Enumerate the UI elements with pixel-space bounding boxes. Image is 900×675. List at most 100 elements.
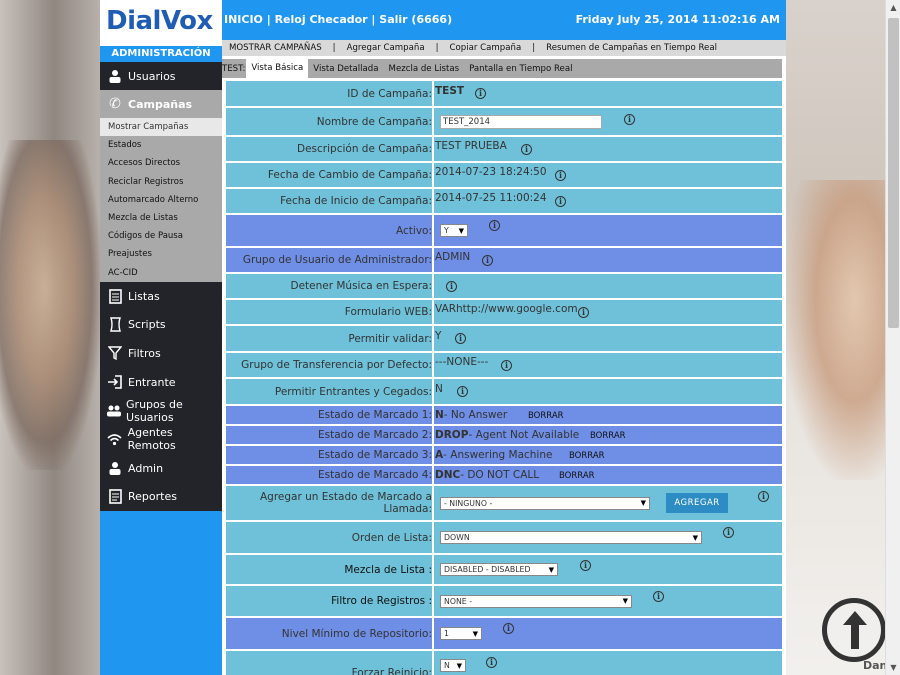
submenu-reciclar-registros[interactable]: Reciclar Registros xyxy=(100,172,222,191)
info-icon[interactable]: i xyxy=(501,359,512,371)
field-label: Grupo de Usuario de Administrador: xyxy=(226,248,434,272)
field-label: ID de Campaña: xyxy=(226,81,434,106)
sidebar-item-listas[interactable]: Listas xyxy=(100,281,222,311)
top-nav-links[interactable]: INICIO | Reloj Checador | Salir (6666) xyxy=(224,13,452,26)
date-time: Friday July 25, 2014 11:02:16 AM xyxy=(575,13,780,26)
scrollbar-thumb[interactable] xyxy=(888,18,899,328)
tab-mezcla-de-listas[interactable]: Mezcla de Listas xyxy=(384,64,465,74)
scroll-to-top-button[interactable] xyxy=(822,598,886,662)
force-reset-select[interactable]: N ▼ xyxy=(440,659,466,672)
main-panel: INICIO | Reloj Checador | Salir (6666) F… xyxy=(222,0,786,675)
sidebar-item-usuarios[interactable]: Usuarios xyxy=(100,62,222,90)
agregar-button[interactable]: AGREGAR xyxy=(666,493,728,513)
borrar-link[interactable]: BORRAR xyxy=(528,411,564,421)
menu-copiar-campana[interactable]: Copiar Campaña xyxy=(443,43,529,53)
tab-vista-detallada[interactable]: Vista Detallada xyxy=(308,64,383,74)
campaign-name-input[interactable] xyxy=(440,114,602,129)
submenu-ac-cid[interactable]: AC-CID xyxy=(100,263,222,282)
menu-mostrar-campanas[interactable]: MOSTRAR CAMPAÑAS xyxy=(222,43,329,53)
info-icon[interactable]: i xyxy=(580,560,591,571)
info-icon[interactable]: i xyxy=(475,88,486,99)
field-label: Fecha de Inicio de Campaña: xyxy=(226,189,434,213)
sidebar-item-campanas[interactable]: ✆ Campañas xyxy=(100,90,222,118)
sidebar-item-admin[interactable]: Admin xyxy=(100,453,222,483)
field-label: Filtro de Registros : xyxy=(226,586,434,616)
logo-text: DialVox xyxy=(106,6,213,36)
arrow-up-icon xyxy=(843,611,867,649)
info-icon[interactable]: i xyxy=(446,280,457,292)
sidebar-item-label: Filtros xyxy=(128,346,161,360)
field-label: Nivel Mínimo de Repositorio: xyxy=(226,618,434,649)
field-label: Orden de Lista: xyxy=(226,522,434,553)
borrar-link[interactable]: BORRAR xyxy=(569,451,605,461)
list-mix-select[interactable]: DISABLED - DISABLED ▼ xyxy=(440,563,558,576)
info-icon[interactable]: i xyxy=(486,657,497,668)
tab-vista-basica[interactable]: Vista Básica xyxy=(246,59,309,78)
info-icon[interactable]: i xyxy=(723,527,734,538)
sidebar-item-grupos-de-usuarios[interactable]: Grupos de Usuarios xyxy=(100,396,222,426)
sidebar-item-label: Agentes Remotos xyxy=(127,426,176,453)
info-icon[interactable]: i xyxy=(653,591,664,602)
field-label: Nombre de Campaña: xyxy=(226,108,434,135)
sidebar-item-label: Campañas xyxy=(128,97,193,111)
menu-agregar-campana[interactable]: Agregar Campaña xyxy=(340,43,432,53)
sidebar: DialVox ADMINISTRACIÓN Usuarios ✆ Campañ… xyxy=(100,0,222,675)
info-icon[interactable]: i xyxy=(555,195,566,207)
dial-status-select[interactable]: - NINGUNO - ▼ xyxy=(440,496,650,510)
submenu-codigos-de-pausa[interactable]: Códigos de Pausa xyxy=(100,227,222,246)
tabs-prefix: TEST: xyxy=(222,63,246,74)
row-orden-lista: Orden de Lista: DOWN ▼ i xyxy=(226,522,782,555)
phone-icon: ✆ xyxy=(109,96,121,112)
submenu-estados[interactable]: Estados xyxy=(100,136,222,155)
validar-value: Y xyxy=(435,329,442,342)
activo-select[interactable]: Y ▼ xyxy=(440,224,468,237)
sidebar-item-agentes-remotos[interactable]: Agentes Remotos xyxy=(100,425,222,454)
scroll-up-icon[interactable]: ▲ xyxy=(886,0,900,15)
campaign-form: ID de Campaña: TEST i Nombre de Campaña:… xyxy=(226,81,782,675)
sidebar-item-reportes[interactable]: Reportes xyxy=(100,482,222,512)
submenu-accesos-directos[interactable]: Accesos Directos xyxy=(100,154,222,173)
users-icon xyxy=(106,402,122,420)
submenu-preajustes[interactable]: Preajustes xyxy=(100,245,222,264)
scrollbar[interactable]: ▲ ▼ xyxy=(885,0,900,675)
field-label: Fecha de Cambio de Campaña: xyxy=(226,163,434,187)
hopper-level-select[interactable]: 1 ▼ xyxy=(440,627,482,640)
menu-resumen-tiempo-real[interactable]: Resumen de Campañas en Tiempo Real xyxy=(539,43,724,53)
start-date-value: 2014-07-25 11:00:24 xyxy=(435,192,547,204)
menu-separator: | xyxy=(332,43,336,53)
dropdown-arrow-icon: ▼ xyxy=(548,565,554,574)
sidebar-item-filtros[interactable]: Filtros xyxy=(100,339,222,368)
sidebar-item-scripts[interactable]: Scripts xyxy=(100,310,222,340)
info-icon[interactable]: i xyxy=(758,491,769,502)
info-icon[interactable]: i xyxy=(555,169,566,181)
info-icon[interactable]: i xyxy=(578,306,589,318)
borrar-link[interactable]: BORRAR xyxy=(590,431,626,441)
info-icon[interactable]: i xyxy=(521,143,532,155)
dropdown-arrow-icon: ▼ xyxy=(456,661,462,670)
info-icon[interactable]: i xyxy=(489,220,500,231)
row-formulario-web: Formulario WEB: VARhttp://www.google.com… xyxy=(226,300,782,326)
info-icon[interactable]: i xyxy=(482,254,493,266)
submenu-automarcado-alterno[interactable]: Automarcado Alterno xyxy=(100,190,222,209)
tab-pantalla-tiempo-real[interactable]: Pantalla en Tiempo Real xyxy=(464,64,577,74)
info-icon[interactable]: i xyxy=(503,623,514,634)
field-label: Estado de Marcado 2: xyxy=(226,426,434,444)
submenu-mostrar-campanas[interactable]: Mostrar Campañas xyxy=(100,118,222,137)
admin-group-value: ADMIN xyxy=(435,251,471,263)
scroll-down-icon[interactable]: ▼ xyxy=(886,660,900,675)
lead-filter-select[interactable]: NONE - ▼ xyxy=(440,594,632,608)
dropdown-arrow-icon: ▼ xyxy=(692,533,698,542)
web-form-value: VARhttp://www.google.com xyxy=(435,303,578,315)
info-icon[interactable]: i xyxy=(624,114,635,125)
sign-in-icon xyxy=(106,373,124,391)
submenu-mezcla-de-listas[interactable]: Mezcla de Listas xyxy=(100,208,222,228)
menu-separator: | xyxy=(435,43,439,53)
borrar-link[interactable]: BORRAR xyxy=(559,471,595,481)
field-label: Descripción de Campaña: xyxy=(226,137,434,161)
list-order-select[interactable]: DOWN ▼ xyxy=(440,531,702,544)
sidebar-item-entrante[interactable]: Entrante xyxy=(100,367,222,397)
info-icon[interactable]: i xyxy=(455,333,466,344)
logo-subtitle: ADMINISTRACIÓN xyxy=(100,46,222,62)
info-icon[interactable]: i xyxy=(457,386,468,397)
dial-status-code: A xyxy=(435,449,444,461)
